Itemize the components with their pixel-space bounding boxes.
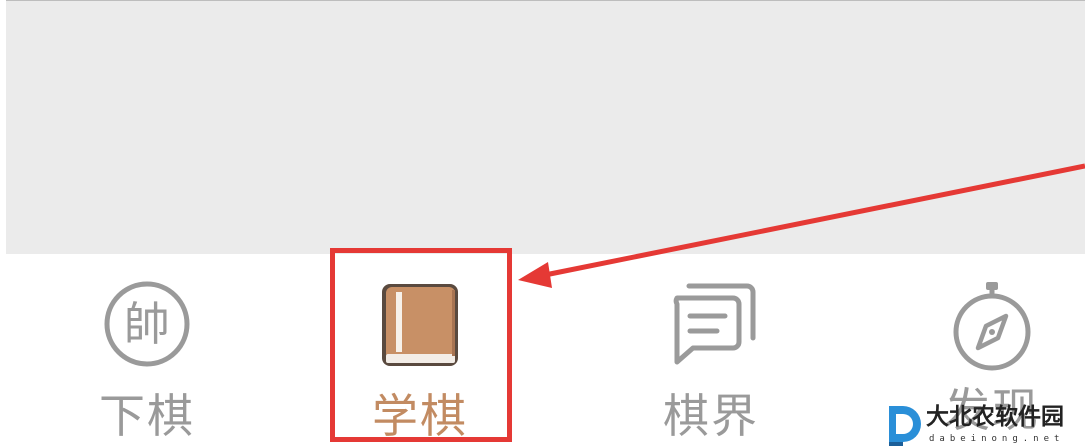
content-area [6,0,1085,254]
shuai-chess-piece-icon: 帥 [104,281,190,367]
watermark: 大北农软件园 dabeinong.net [885,403,1081,447]
watermark-domain: dabeinong.net [929,434,1065,444]
dabeinong-logo-icon [889,406,921,446]
tab-label-learn: 学棋 [372,389,468,443]
tab-label-play: 下棋 [99,389,195,443]
tab-label-world: 棋界 [663,389,759,443]
tab-learn-chess[interactable]: 学棋 [330,254,510,447]
compass-icon [953,282,1031,371]
tab-chess-world[interactable]: 棋界 [621,254,801,447]
chat-bubbles-icon [673,283,756,365]
shuai-glyph: 帥 [124,297,170,351]
watermark-name: 大北农软件园 [926,403,1064,430]
book-icon [382,284,458,366]
tab-play-chess[interactable]: 帥 下棋 [57,254,237,447]
